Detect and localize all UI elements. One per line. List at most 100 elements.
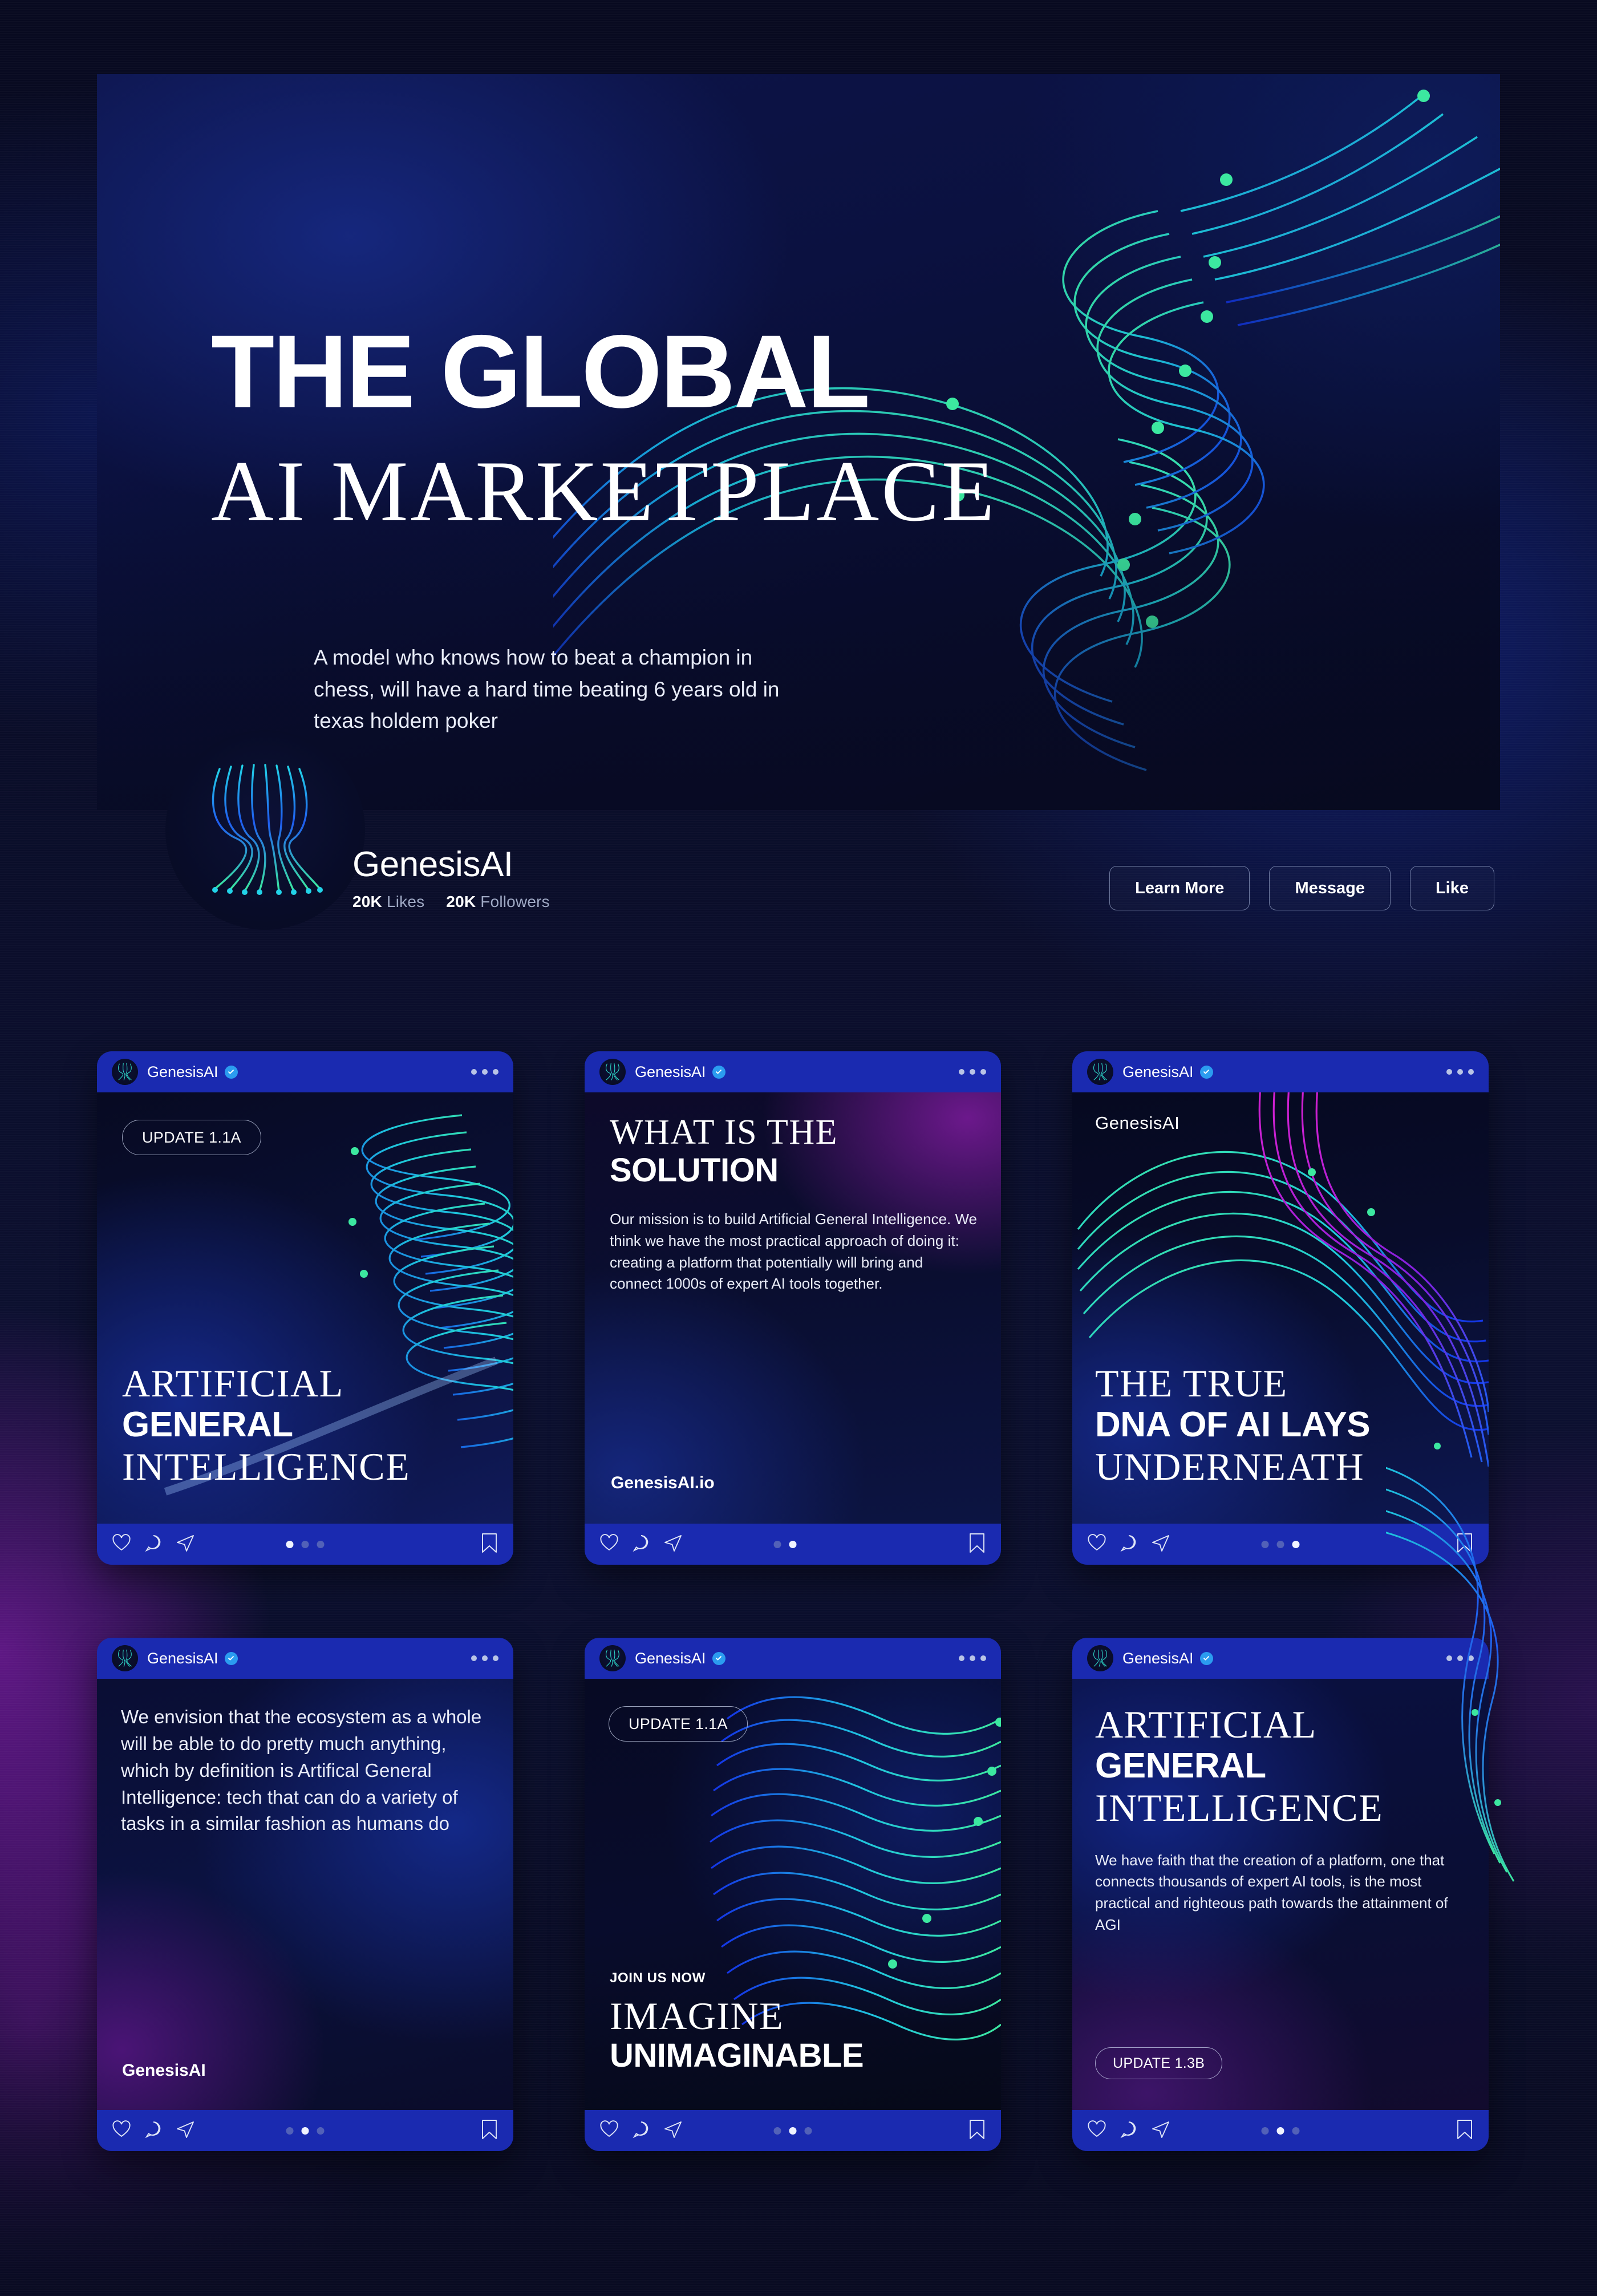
post-card-faith[interactable]: GenesisAI ARTIFICIAL GENERAL INTELLIGENC… [1072,1638,1489,2151]
more-options-icon[interactable] [1446,1069,1474,1075]
post-account-name: GenesisAI [635,1649,706,1667]
post-account-name: GenesisAI [635,1063,706,1080]
post-avatar[interactable] [599,1645,626,1671]
headline-line-1: IMAGINE [610,1994,784,2038]
hero-subtitle: A model who knows how to beat a champion… [314,646,780,732]
comment-icon[interactable] [1119,1533,1138,1556]
learn-more-button[interactable]: Learn More [1109,866,1250,910]
genesis-logo-icon [212,764,323,895]
like-button[interactable]: Like [1409,866,1494,910]
post-media: WHAT IS THE SOLUTION Our mission is to b… [585,1092,1001,1524]
card-title-serif: WHAT IS THE [610,1113,838,1152]
more-options-icon[interactable] [1446,1655,1474,1661]
card-eyebrow: JOIN US NOW [610,1970,706,1986]
heart-icon[interactable] [112,2120,131,2142]
likes-label: Likes [386,893,425,910]
post-account-name: GenesisAI [1122,1649,1194,1667]
heart-icon[interactable] [112,1533,131,1556]
post-header: GenesisAI [1072,1051,1489,1092]
carousel-dots[interactable] [286,2127,325,2135]
post-footer [585,1524,1001,1565]
update-badge: UPDATE 1.1A [122,1120,261,1155]
card-title-bold: SOLUTION [610,1152,779,1189]
verified-badge-icon [1199,1651,1213,1665]
bookmark-icon[interactable] [1456,2119,1474,2143]
more-options-icon[interactable] [471,1069,498,1075]
update-badge: UPDATE 1.3B [1095,2047,1223,2079]
headline-line-3: UNDERNEATH [1095,1444,1365,1488]
headline-line-2: GENERAL [122,1405,293,1445]
card-body-text: Our mission is to build Artificial Gener… [610,1210,978,1293]
headline-line-1: ARTIFICIAL [122,1362,344,1406]
carousel-dots[interactable] [773,2127,812,2135]
bookmark-icon[interactable] [480,2119,498,2143]
profile-avatar[interactable] [165,730,365,930]
comment-icon[interactable] [631,2120,651,2142]
comment-icon[interactable] [1119,2120,1138,2142]
more-options-icon[interactable] [959,1655,986,1661]
carousel-dots[interactable] [773,1540,812,1548]
post-avatar[interactable] [1087,1645,1113,1671]
share-icon[interactable] [176,2120,195,2142]
heart-icon[interactable] [1087,1533,1106,1556]
card-body-text: We have faith that the creation of a pla… [1095,1851,1448,1933]
brand-watermark: GenesisAI [122,2061,206,2080]
bookmark-icon[interactable] [968,1532,986,1557]
heart-icon[interactable] [1087,2120,1106,2142]
bookmark-icon[interactable] [968,2119,986,2143]
profile-actions: Learn More Message Like [1109,866,1494,910]
bookmark-icon[interactable] [1456,1532,1474,1557]
headline-line-1: ARTIFICIAL [1095,1703,1317,1746]
post-card-envision[interactable]: GenesisAI We envision that the ecosystem… [97,1638,513,2151]
heart-icon[interactable] [599,1533,619,1556]
post-footer [97,2110,513,2151]
post-footer [585,2110,1001,2151]
comment-icon[interactable] [144,1533,163,1556]
post-avatar[interactable] [1087,1059,1113,1085]
headline-line-3: INTELLIGENCE [1095,1785,1384,1829]
post-footer [1072,2110,1489,2151]
post-grid: GenesisAI UPDATE 1.1A ARTIFICIAL GENERAL… [97,1051,1500,2151]
headline-line-2: DNA OF AI LAYS [1095,1405,1371,1445]
share-icon[interactable] [663,2120,683,2142]
post-footer [1072,1524,1489,1565]
post-footer [97,1524,513,1565]
share-icon[interactable] [663,1533,683,1556]
post-avatar[interactable] [112,1645,138,1671]
share-icon[interactable] [176,1533,195,1556]
card-footer-url[interactable]: GenesisAI.io [611,1473,715,1493]
followers-count: 20K [446,893,476,910]
post-card-agi-update[interactable]: GenesisAI UPDATE 1.1A ARTIFICIAL GENERAL… [97,1051,513,1565]
post-card-solution[interactable]: GenesisAI WHAT IS THE SOLUTION Our missi… [585,1051,1001,1565]
carousel-dots[interactable] [1261,1540,1300,1548]
post-media: GenesisAI THE TRUE DNA OF AI LAYS UNDERN… [1072,1092,1489,1524]
post-header: GenesisAI [97,1051,513,1092]
hero-title-line-1: THE GLOBAL [211,313,870,430]
post-header: GenesisAI [585,1638,1001,1679]
more-options-icon[interactable] [471,1655,498,1661]
post-media: UPDATE 1.1A ARTIFICIAL GENERAL INTELLIGE… [97,1092,513,1524]
post-card-imagine[interactable]: GenesisAI UPDATE 1.1A JOIN US NOW IMAGIN… [585,1638,1001,2151]
update-badge: UPDATE 1.1A [609,1706,748,1742]
more-options-icon[interactable] [959,1069,986,1075]
profile-stats: 20K Likes 20K Followers [352,893,550,911]
post-avatar[interactable] [112,1059,138,1085]
share-icon[interactable] [1151,1533,1170,1556]
comment-icon[interactable] [631,1533,651,1556]
post-account-name: GenesisAI [147,1063,218,1080]
carousel-dots[interactable] [1261,2127,1300,2135]
bookmark-icon[interactable] [480,1532,498,1557]
post-media: UPDATE 1.1A JOIN US NOW IMAGINE UNIMAGIN… [585,1679,1001,2110]
share-icon[interactable] [1151,2120,1170,2142]
verified-badge-icon [712,1065,725,1079]
headline-line-2: GENERAL [1095,1746,1266,1786]
post-card-dna[interactable]: GenesisAI GenesisAI THE TRUE DNA OF AI L… [1072,1051,1489,1565]
carousel-dots[interactable] [286,1540,325,1548]
headline-line-1: THE TRUE [1095,1362,1288,1406]
verified-badge-icon [712,1651,725,1665]
post-header: GenesisAI [585,1051,1001,1092]
message-button[interactable]: Message [1269,866,1391,910]
heart-icon[interactable] [599,2120,619,2142]
post-avatar[interactable] [599,1059,626,1085]
comment-icon[interactable] [144,2120,163,2142]
